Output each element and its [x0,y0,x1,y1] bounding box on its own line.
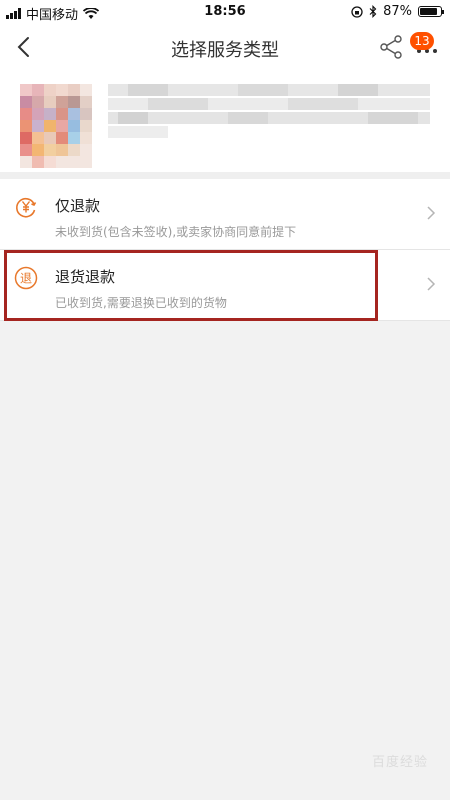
option-title: 退货退款 [55,268,116,286]
nav-bar: 选择服务类型 13 [0,24,450,70]
option-description: 未收到货(包含未签收),或卖家协商同意前提下 [55,225,297,239]
battery-icon [418,6,444,17]
battery-fill [420,8,438,15]
notification-badge: 13 [410,32,434,50]
option-return-and-refund[interactable]: 退 退货退款 已收到货,需要退换已收到的货物 [0,250,450,321]
more-button[interactable]: 13 [410,32,442,60]
back-chevron-icon[interactable] [10,32,40,62]
yen-refund-icon [16,197,37,218]
product-thumbnail [20,84,92,168]
product-card [0,70,450,179]
service-options-list: 仅退款 未收到货(包含未签收),或卖家协商同意前提下 退 退货退款 已收到货,需… [0,179,450,321]
svg-text:退: 退 [20,272,32,286]
option-title: 仅退款 [55,197,101,215]
option-refund-only[interactable]: 仅退款 未收到货(包含未签收),或卖家协商同意前提下 [0,179,450,250]
rotation-lock-icon [351,5,363,18]
bluetooth-icon [369,5,377,18]
chevron-right-icon [427,206,436,220]
share-icon[interactable] [378,34,404,60]
watermark: 百度经验 [371,755,428,770]
status-right: 87% [351,4,444,19]
option-description: 已收到货,需要退换已收到的货物 [55,296,227,310]
status-bar: 中国移动 18:56 87% [0,0,450,24]
chevron-right-icon [427,277,436,291]
battery-percent: 87% [383,4,412,19]
product-title-blurred [108,84,430,144]
return-goods-icon: 退 [14,266,38,290]
